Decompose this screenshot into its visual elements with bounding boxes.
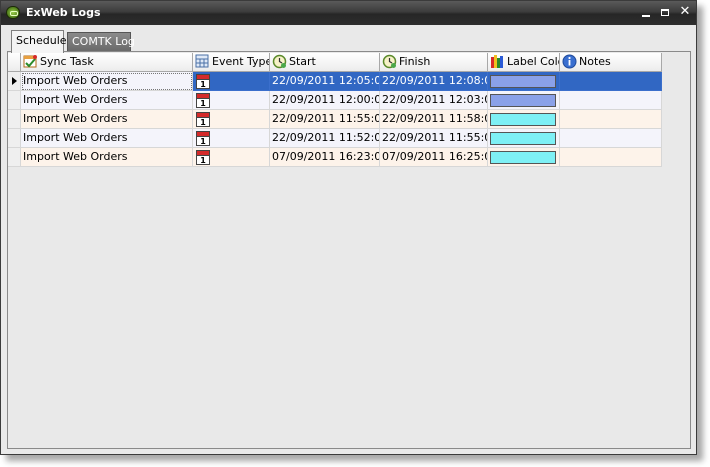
finish-cell[interactable]: 22/09/2011 12:08:00: [380, 72, 488, 91]
sync-task-cell[interactable]: Import Web Orders: [21, 110, 193, 129]
row-indicator[interactable]: [8, 91, 21, 110]
row-indicator[interactable]: [8, 72, 21, 91]
finish-clock-icon: [382, 54, 397, 69]
calendar-icon: 1: [196, 131, 210, 146]
notes-cell[interactable]: [560, 110, 662, 129]
column-header-start[interactable]: Start: [270, 53, 380, 72]
column-label-finish: Finish: [399, 55, 431, 68]
finish-cell[interactable]: 22/09/2011 12:03:00: [380, 91, 488, 110]
column-header-event-type[interactable]: Event Type: [193, 53, 270, 72]
row-indicator-header: [8, 53, 21, 72]
finish-cell[interactable]: 22/09/2011 11:55:00: [380, 129, 488, 148]
event-type-cell[interactable]: 1: [193, 129, 270, 148]
label-color-cell[interactable]: [488, 129, 560, 148]
event-type-icon: [195, 54, 209, 68]
calendar-icon: 1: [196, 150, 210, 165]
tab-comtk-log[interactable]: COMTK Log: [67, 32, 135, 51]
row-indicator[interactable]: [8, 110, 21, 129]
current-row-arrow-icon: [12, 77, 17, 85]
column-label-start: Start: [289, 55, 316, 68]
start-cell[interactable]: 07/09/2011 16:23:00: [270, 148, 380, 167]
calendar-icon: 1: [196, 112, 210, 127]
label-color-swatch: [490, 94, 556, 107]
maximize-button[interactable]: [658, 5, 672, 19]
app-icon: [6, 6, 20, 19]
notes-cell[interactable]: [560, 72, 662, 91]
info-icon: [562, 54, 577, 69]
label-color-cell[interactable]: [488, 110, 560, 129]
start-cell[interactable]: 22/09/2011 11:52:00: [270, 129, 380, 148]
sync-task-icon: [23, 55, 37, 68]
start-clock-icon: [272, 54, 287, 69]
column-header-sync-task[interactable]: Sync Task: [21, 53, 193, 72]
svg-text:1: 1: [200, 118, 206, 127]
column-label-event-type: Event Type: [212, 55, 270, 68]
finish-cell[interactable]: 07/09/2011 16:25:00: [380, 148, 488, 167]
label-color-swatch: [490, 132, 556, 145]
tab-schedule[interactable]: Schedule: [11, 30, 67, 53]
column-header-notes[interactable]: Notes: [560, 53, 662, 72]
exweb-logs-window: ExWeb Logs ✕ Schedule COMTK Log Sync Tas…: [0, 0, 697, 455]
title-bar[interactable]: ExWeb Logs ✕: [1, 1, 696, 25]
schedule-panel: Sync Task Event Type Start Finish Label …: [7, 51, 691, 449]
start-cell[interactable]: 22/09/2011 12:00:00: [270, 91, 380, 110]
label-color-cell[interactable]: [488, 91, 560, 110]
start-cell[interactable]: 22/09/2011 12:05:00: [270, 72, 380, 91]
finish-cell[interactable]: 22/09/2011 11:58:00: [380, 110, 488, 129]
window-title: ExWeb Logs: [26, 6, 101, 19]
column-label-sync-task: Sync Task: [40, 55, 94, 68]
notes-cell[interactable]: [560, 129, 662, 148]
event-type-cell[interactable]: 1: [193, 148, 270, 167]
close-icon: ✕: [679, 4, 691, 19]
event-type-cell[interactable]: 1: [193, 110, 270, 129]
svg-text:1: 1: [200, 156, 206, 165]
svg-text:1: 1: [200, 137, 206, 146]
notes-cell[interactable]: [560, 91, 662, 110]
event-type-cell[interactable]: 1: [193, 72, 270, 91]
label-color-swatch: [490, 113, 556, 126]
calendar-icon: 1: [196, 93, 210, 108]
label-color-cell[interactable]: [488, 148, 560, 167]
column-label-notes: Notes: [579, 55, 611, 68]
color-bars-icon: [491, 55, 503, 68]
sync-task-cell[interactable]: Import Web Orders: [21, 148, 193, 167]
label-color-swatch: [490, 151, 556, 164]
sync-task-cell[interactable]: Import Web Orders: [21, 72, 193, 91]
start-cell[interactable]: 22/09/2011 11:55:00: [270, 110, 380, 129]
svg-text:1: 1: [200, 80, 206, 89]
svg-text:1: 1: [200, 99, 206, 108]
calendar-icon: 1: [196, 74, 210, 89]
minimize-button[interactable]: [639, 5, 653, 19]
column-header-finish[interactable]: Finish: [380, 53, 488, 72]
event-type-cell[interactable]: 1: [193, 91, 270, 110]
row-indicator[interactable]: [8, 148, 21, 167]
close-button[interactable]: ✕: [678, 5, 692, 19]
sync-task-cell[interactable]: Import Web Orders: [21, 129, 193, 148]
label-color-cell[interactable]: [488, 72, 560, 91]
label-color-swatch: [490, 75, 556, 88]
column-header-label-color[interactable]: Label Colo: [488, 53, 560, 72]
maximize-icon: [661, 9, 669, 16]
row-indicator[interactable]: [8, 129, 21, 148]
sync-task-cell[interactable]: Import Web Orders: [21, 91, 193, 110]
minimize-icon: [642, 15, 650, 17]
column-label-label-color: Label Colo: [507, 55, 560, 68]
notes-cell[interactable]: [560, 148, 662, 167]
